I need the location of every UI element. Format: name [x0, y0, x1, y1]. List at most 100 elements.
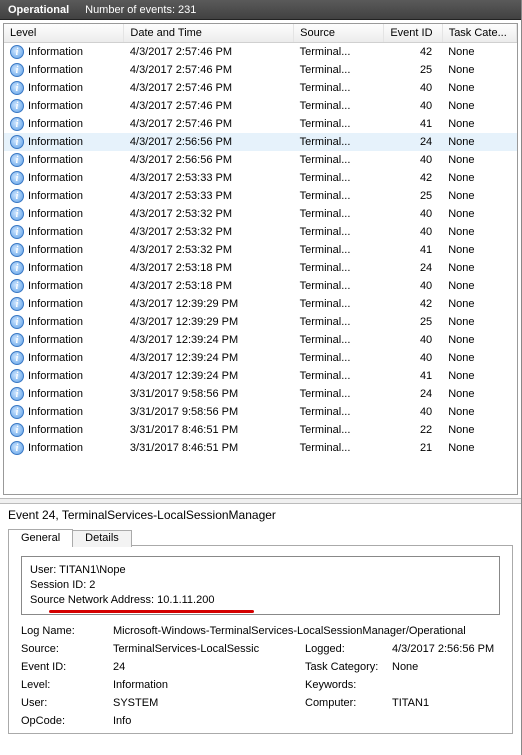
info-icon: i: [10, 279, 24, 293]
cell-level: Information: [28, 63, 83, 75]
events-pane: Level Date and Time Source Event ID Task…: [3, 23, 518, 495]
info-icon: i: [10, 369, 24, 383]
events-count: Number of events: 231: [85, 4, 196, 16]
msg-session: Session ID: 2: [30, 578, 491, 593]
info-icon: i: [10, 225, 24, 239]
lbl-user: User:: [21, 697, 111, 709]
cell-date: 3/31/2017 9:58:56 PM: [124, 385, 294, 403]
cell-taskcat: None: [442, 367, 516, 385]
cell-taskcat: None: [442, 385, 516, 403]
cell-eventid: 40: [384, 403, 442, 421]
table-row[interactable]: iInformation4/3/2017 2:53:33 PMTerminal.…: [4, 187, 517, 205]
tab-details[interactable]: Details: [72, 530, 132, 547]
msg-source-addr: Source Network Address: 10.1.11.200: [30, 593, 491, 608]
info-icon: i: [10, 351, 24, 365]
table-row[interactable]: iInformation4/3/2017 2:57:46 PMTerminal.…: [4, 79, 517, 97]
cell-date: 4/3/2017 2:53:33 PM: [124, 169, 294, 187]
table-row[interactable]: iInformation4/3/2017 2:57:46 PMTerminal.…: [4, 115, 517, 133]
cell-eventid: 40: [384, 331, 442, 349]
table-row[interactable]: iInformation4/3/2017 2:57:46 PMTerminal.…: [4, 43, 517, 61]
cell-source: Terminal...: [294, 115, 384, 133]
info-icon: i: [10, 297, 24, 311]
cell-source: Terminal...: [294, 331, 384, 349]
cell-date: 4/3/2017 12:39:24 PM: [124, 367, 294, 385]
detail-pane: Event 24, TerminalServices-LocalSessionM…: [0, 504, 521, 734]
cell-level: Information: [28, 171, 83, 183]
cell-taskcat: None: [442, 349, 516, 367]
cell-date: 4/3/2017 12:39:29 PM: [124, 313, 294, 331]
cell-taskcat: None: [442, 151, 516, 169]
table-row[interactable]: iInformation4/3/2017 12:39:24 PMTerminal…: [4, 331, 517, 349]
cell-source: Terminal...: [294, 187, 384, 205]
info-icon: i: [10, 441, 24, 455]
lbl-computer: Computer:: [305, 697, 390, 709]
event-table-scroll[interactable]: Level Date and Time Source Event ID Task…: [4, 24, 517, 494]
cell-source: Terminal...: [294, 241, 384, 259]
table-row[interactable]: iInformation4/3/2017 12:39:29 PMTerminal…: [4, 295, 517, 313]
cell-eventid: 42: [384, 295, 442, 313]
cell-eventid: 42: [384, 169, 442, 187]
cell-taskcat: None: [442, 43, 516, 61]
col-header-eventid[interactable]: Event ID: [384, 24, 442, 43]
cell-eventid: 41: [384, 115, 442, 133]
table-row[interactable]: iInformation4/3/2017 2:53:32 PMTerminal.…: [4, 241, 517, 259]
table-row[interactable]: iInformation3/31/2017 9:58:56 PMTerminal…: [4, 385, 517, 403]
cell-level: Information: [28, 333, 83, 345]
table-row[interactable]: iInformation4/3/2017 2:53:18 PMTerminal.…: [4, 259, 517, 277]
table-row[interactable]: iInformation3/31/2017 8:46:51 PMTerminal…: [4, 439, 517, 457]
table-row[interactable]: iInformation4/3/2017 2:57:46 PMTerminal.…: [4, 61, 517, 79]
col-header-date[interactable]: Date and Time: [124, 24, 294, 43]
cell-eventid: 24: [384, 259, 442, 277]
col-header-taskcat[interactable]: Task Cate...: [442, 24, 516, 43]
table-row[interactable]: iInformation4/3/2017 2:57:46 PMTerminal.…: [4, 97, 517, 115]
info-icon: i: [10, 387, 24, 401]
table-row[interactable]: iInformation4/3/2017 2:53:32 PMTerminal.…: [4, 205, 517, 223]
cell-eventid: 40: [384, 151, 442, 169]
cell-eventid: 40: [384, 79, 442, 97]
val-logged: 4/3/2017 2:56:56 PM: [392, 643, 500, 655]
cell-level: Information: [28, 99, 83, 111]
info-icon: i: [10, 207, 24, 221]
table-row[interactable]: iInformation3/31/2017 9:58:56 PMTerminal…: [4, 403, 517, 421]
val-keywords: [392, 679, 500, 691]
table-row[interactable]: iInformation4/3/2017 2:56:56 PMTerminal.…: [4, 151, 517, 169]
cell-level: Information: [28, 135, 83, 147]
val-eventid: 24: [113, 661, 303, 673]
cell-level: Information: [28, 351, 83, 363]
cell-date: 4/3/2017 2:56:56 PM: [124, 151, 294, 169]
table-row[interactable]: iInformation4/3/2017 12:39:24 PMTerminal…: [4, 367, 517, 385]
info-icon: i: [10, 45, 24, 59]
table-row[interactable]: iInformation4/3/2017 2:53:32 PMTerminal.…: [4, 223, 517, 241]
col-header-source[interactable]: Source: [294, 24, 384, 43]
cell-eventid: 40: [384, 277, 442, 295]
cell-level: Information: [28, 153, 83, 165]
col-header-level[interactable]: Level: [4, 24, 124, 43]
cell-eventid: 41: [384, 367, 442, 385]
cell-eventid: 25: [384, 61, 442, 79]
table-row[interactable]: iInformation4/3/2017 12:39:29 PMTerminal…: [4, 313, 517, 331]
table-row[interactable]: iInformation4/3/2017 2:53:18 PMTerminal.…: [4, 277, 517, 295]
val-level: Information: [113, 679, 303, 691]
info-icon: i: [10, 171, 24, 185]
cell-level: Information: [28, 405, 83, 417]
cell-taskcat: None: [442, 421, 516, 439]
cell-source: Terminal...: [294, 151, 384, 169]
info-icon: i: [10, 315, 24, 329]
lbl-logname: Log Name:: [21, 625, 111, 637]
info-icon: i: [10, 135, 24, 149]
lbl-level: Level:: [21, 679, 111, 691]
cell-level: Information: [28, 261, 83, 273]
table-row[interactable]: iInformation4/3/2017 2:53:33 PMTerminal.…: [4, 169, 517, 187]
cell-date: 4/3/2017 12:39:24 PM: [124, 331, 294, 349]
tab-general[interactable]: General: [8, 529, 73, 546]
cell-date: 4/3/2017 2:57:46 PM: [124, 61, 294, 79]
cell-eventid: 25: [384, 313, 442, 331]
table-row[interactable]: iInformation3/31/2017 8:46:51 PMTerminal…: [4, 421, 517, 439]
cell-source: Terminal...: [294, 61, 384, 79]
cell-taskcat: None: [442, 115, 516, 133]
table-row[interactable]: iInformation4/3/2017 2:56:56 PMTerminal.…: [4, 133, 517, 151]
cell-date: 4/3/2017 2:53:18 PM: [124, 277, 294, 295]
cell-date: 4/3/2017 2:53:33 PM: [124, 187, 294, 205]
table-row[interactable]: iInformation4/3/2017 12:39:24 PMTerminal…: [4, 349, 517, 367]
cell-date: 4/3/2017 2:57:46 PM: [124, 43, 294, 61]
